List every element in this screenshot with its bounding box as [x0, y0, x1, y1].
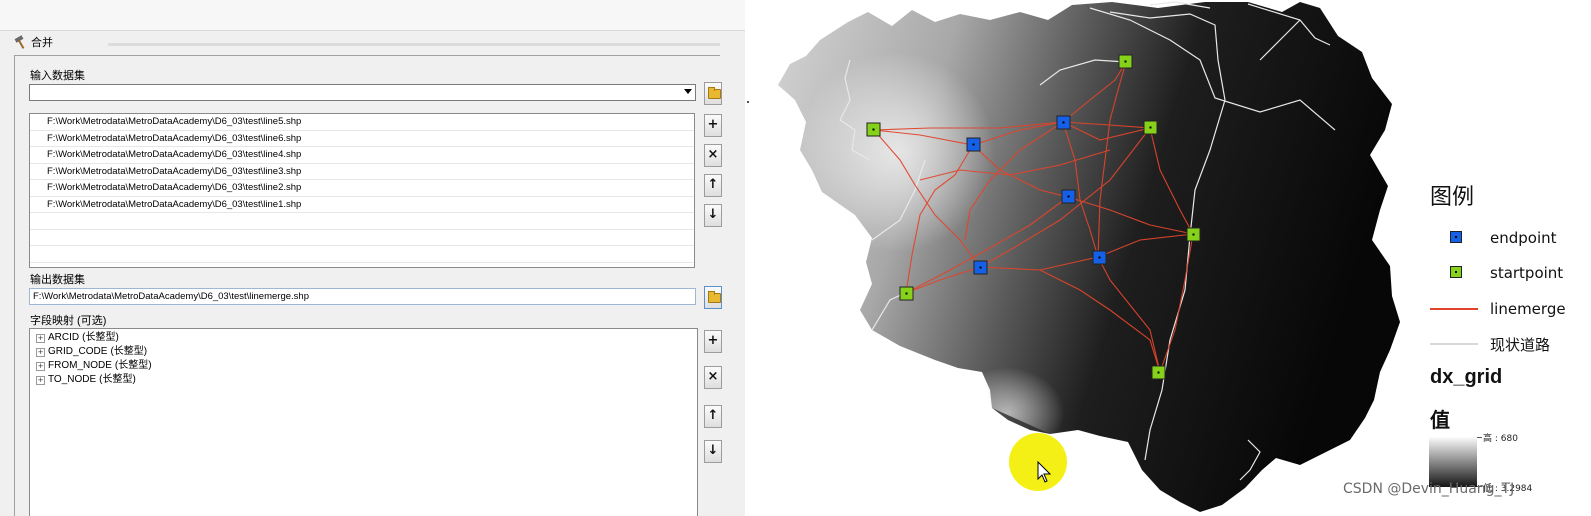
list-item[interactable]: F:\Work\Metrodata\MetroDataAcademy\D6_03… — [30, 180, 694, 197]
expand-icon[interactable]: + — [36, 333, 45, 343]
output-dataset-field[interactable]: F:\Work\Metrodata\MetroDataAcademy\D6_03… — [29, 288, 696, 305]
browse-input-button[interactable] — [704, 82, 722, 105]
list-item[interactable]: F:\Work\Metrodata\MetroDataAcademy\D6_03… — [30, 131, 694, 147]
watermark: CSDN @Devin_Huang_TJ — [1343, 481, 1515, 497]
tree-item[interactable]: + TO_NODE (长整型) — [30, 373, 697, 387]
expand-icon[interactable]: + — [36, 347, 45, 357]
field-type: (长整型) — [99, 374, 136, 385]
add-file-button[interactable]: + — [704, 114, 722, 137]
field-up-button[interactable]: ↑ — [704, 405, 722, 428]
tab-divider — [108, 43, 720, 46]
input-dataset-combo[interactable] — [29, 84, 696, 101]
output-dataset-label: 输出数据集 — [30, 274, 85, 286]
field-down-button[interactable]: ↓ — [704, 440, 722, 463]
tool-title: 合并 — [14, 34, 53, 50]
legend-label: startpoint — [1490, 264, 1564, 282]
mouse-pointer-icon — [1037, 461, 1051, 483]
browse-output-button[interactable] — [704, 286, 722, 309]
tree-item[interactable]: + GRID_CODE (长整型) — [30, 345, 697, 359]
legend-item-endpoint: endpoint — [1430, 228, 1557, 248]
empty-list-row — [30, 230, 694, 246]
legend-item-startpoint: startpoint — [1430, 263, 1563, 283]
legend-item-linemerge: linemerge — [1430, 299, 1566, 319]
move-up-button[interactable]: ↑ — [704, 174, 722, 197]
delete-field-button[interactable]: × — [704, 366, 722, 389]
field-type: (长整型) — [114, 360, 152, 371]
move-down-button[interactable]: ↓ — [704, 204, 722, 227]
value-label: 值 — [1430, 408, 1450, 432]
input-dataset-label: 输入数据集 — [30, 70, 85, 82]
legend-title: 图例 — [1430, 185, 1475, 210]
startpoint-symbol-icon — [1450, 266, 1462, 278]
add-field-button[interactable]: + — [704, 330, 722, 353]
hammer-icon — [14, 35, 25, 49]
tree-item[interactable]: + FROM_NODE (长整型) — [30, 359, 697, 373]
legend-label: 现状道路 — [1490, 335, 1551, 354]
list-item[interactable]: F:\Work\Metrodata\MetroDataAcademy\D6_03… — [30, 114, 694, 131]
field-map-label: 字段映射 (可选) — [30, 315, 107, 327]
list-item[interactable]: F:\Work\Metrodata\MetroDataAcademy\D6_03… — [30, 164, 694, 180]
legend-label: linemerge — [1490, 300, 1566, 318]
field-type: (长整型) — [82, 332, 119, 343]
field-name: TO_NODE — [48, 374, 97, 385]
map-view[interactable] — [745, 0, 1420, 516]
road-symbol-icon — [1430, 343, 1478, 345]
expand-icon[interactable]: + — [36, 361, 45, 371]
folder-open-icon — [708, 291, 721, 303]
field-name: ARCID — [48, 332, 80, 343]
field-type: (长整型) — [110, 346, 148, 357]
legend-label: endpoint — [1490, 229, 1557, 247]
tree-item[interactable]: + ARCID (长整型) — [30, 331, 697, 345]
list-item[interactable]: F:\Work\Metrodata\MetroDataAcademy\D6_03… — [30, 147, 694, 164]
merge-tool-dialog: 合并 输入数据集 F:\Work\Metrodata\MetroDataAcad… — [0, 0, 745, 516]
input-files-list[interactable]: F:\Work\Metrodata\MetroDataAcademy\D6_03… — [29, 113, 695, 268]
ramp-tick — [1477, 437, 1482, 438]
linemerge-symbol-icon — [1430, 308, 1478, 310]
endpoint-symbol-icon — [1450, 231, 1462, 243]
legend-item-roads: 现状道路 — [1430, 334, 1550, 354]
raster-layer-name: dx_grid — [1430, 366, 1503, 388]
expand-icon[interactable]: + — [36, 375, 45, 385]
folder-open-icon — [708, 87, 721, 99]
field-map-tree[interactable]: + ARCID (长整型) + GRID_CODE (长整型) + FROM_N… — [29, 328, 698, 516]
remove-file-button[interactable]: × — [704, 144, 722, 167]
field-name: GRID_CODE — [48, 346, 108, 357]
elevation-color-ramp — [1429, 437, 1477, 487]
tool-title-text: 合并 — [31, 37, 53, 49]
dropdown-arrow-icon[interactable] — [684, 89, 692, 94]
map-legend: 图例 endpoint startpoint linemerge 现状道路 dx… — [1420, 0, 1591, 516]
list-item[interactable]: F:\Work\Metrodata\MetroDataAcademy\D6_03… — [30, 197, 694, 213]
ramp-high-label: 高 : 680 — [1483, 434, 1518, 444]
map-dot — [747, 101, 749, 103]
empty-list-row — [30, 213, 694, 230]
empty-list-row — [30, 246, 694, 263]
window-top-strip — [0, 0, 745, 31]
field-name: FROM_NODE — [48, 360, 112, 371]
